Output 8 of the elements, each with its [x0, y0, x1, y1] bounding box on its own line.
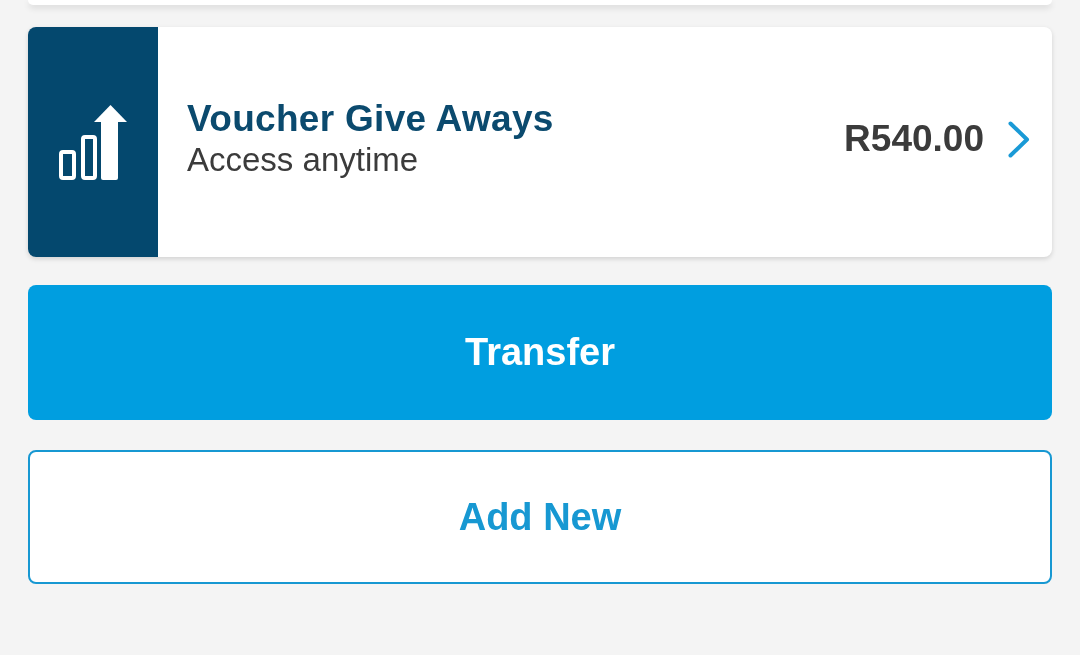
transfer-button[interactable]: Transfer — [28, 285, 1052, 420]
account-subtitle: Access anytime — [187, 140, 420, 181]
account-title: Voucher Give Aways — [187, 97, 554, 141]
add-new-button[interactable]: Add New — [28, 450, 1052, 584]
account-card[interactable]: Voucher Give Aways Access anytime R540.00 — [28, 27, 1052, 257]
account-balance: R540.00 — [844, 116, 984, 161]
bar-chart-arrow-icon — [59, 104, 127, 180]
chevron-right-icon — [1008, 120, 1030, 158]
